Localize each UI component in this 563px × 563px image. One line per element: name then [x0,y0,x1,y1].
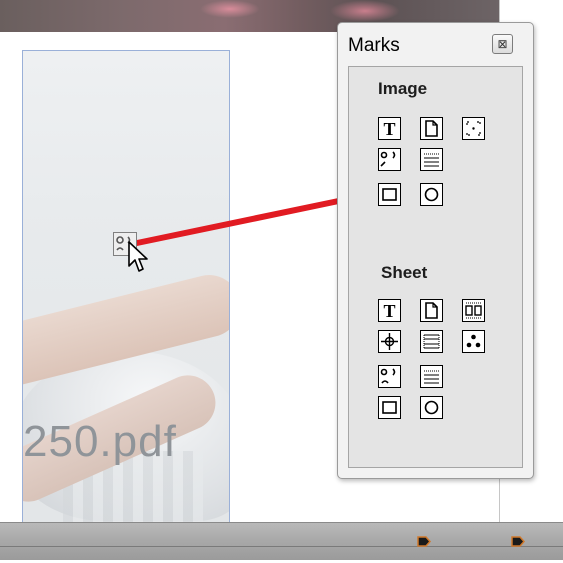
sheet-circle-mark-button[interactable] [420,396,443,419]
rectangle-mark-icon [378,183,401,206]
section-label-sheet: Sheet [381,263,428,282]
section-label-image: Image [378,79,428,98]
sheet-rectangle-mark-button[interactable] [378,396,401,419]
target-mark-icon [378,330,401,353]
duplex-marks-icon [462,299,485,322]
dots-mark-icon [462,330,485,353]
crop-marks-icon [462,117,485,140]
circle-mark-icon [420,396,443,419]
image-circle-mark-button[interactable] [420,183,443,206]
image-crop-marks-button[interactable] [462,117,485,140]
registration-marks-icon [378,365,401,388]
sheet-dots-mark-button[interactable] [462,330,485,353]
image-rectangle-mark-button[interactable] [378,183,401,206]
image-lines-mark-button[interactable] [420,148,443,171]
page-mark-icon [420,117,443,140]
svg-text:T: T [383,119,395,139]
sheet-target-mark-button[interactable] [378,330,401,353]
text-mark-icon: T [378,299,401,322]
sheet-duplex-marks-button[interactable] [462,299,485,322]
sheet-fold-marks-button[interactable] [420,330,443,353]
close-icon[interactable]: ⊠ [492,34,513,54]
svg-text:T: T [383,301,395,321]
circle-mark-icon [420,183,443,206]
keyframe-marker-icon[interactable] [417,535,431,548]
image-registration-marks-button[interactable] [378,148,401,171]
sheet-page-mark-button[interactable] [420,299,443,322]
marks-panel[interactable]: Marks ⊠ Image Sheet T T [337,22,534,479]
rectangle-mark-icon [378,396,401,419]
image-text-mark-button[interactable]: T [378,117,401,140]
mouse-cursor-icon [128,241,148,272]
lines-mark-icon [420,148,443,171]
keyframe-marker-icon[interactable] [511,535,525,548]
sheet-text-mark-button[interactable]: T [378,299,401,322]
timeline-track [0,546,563,547]
text-mark-icon: T [378,117,401,140]
lines-mark-icon [420,365,443,388]
page-mark-icon [420,299,443,322]
registration-marks-icon [378,148,401,171]
sheet-registration-marks-button[interactable] [378,365,401,388]
panel-title: Marks [348,35,400,56]
fold-marks-icon [420,330,443,353]
marks-list: Image Sheet T T [348,66,523,468]
image-page-mark-button[interactable] [420,117,443,140]
timeline-bar[interactable] [0,522,563,560]
sheet-lines-mark-button[interactable] [420,365,443,388]
